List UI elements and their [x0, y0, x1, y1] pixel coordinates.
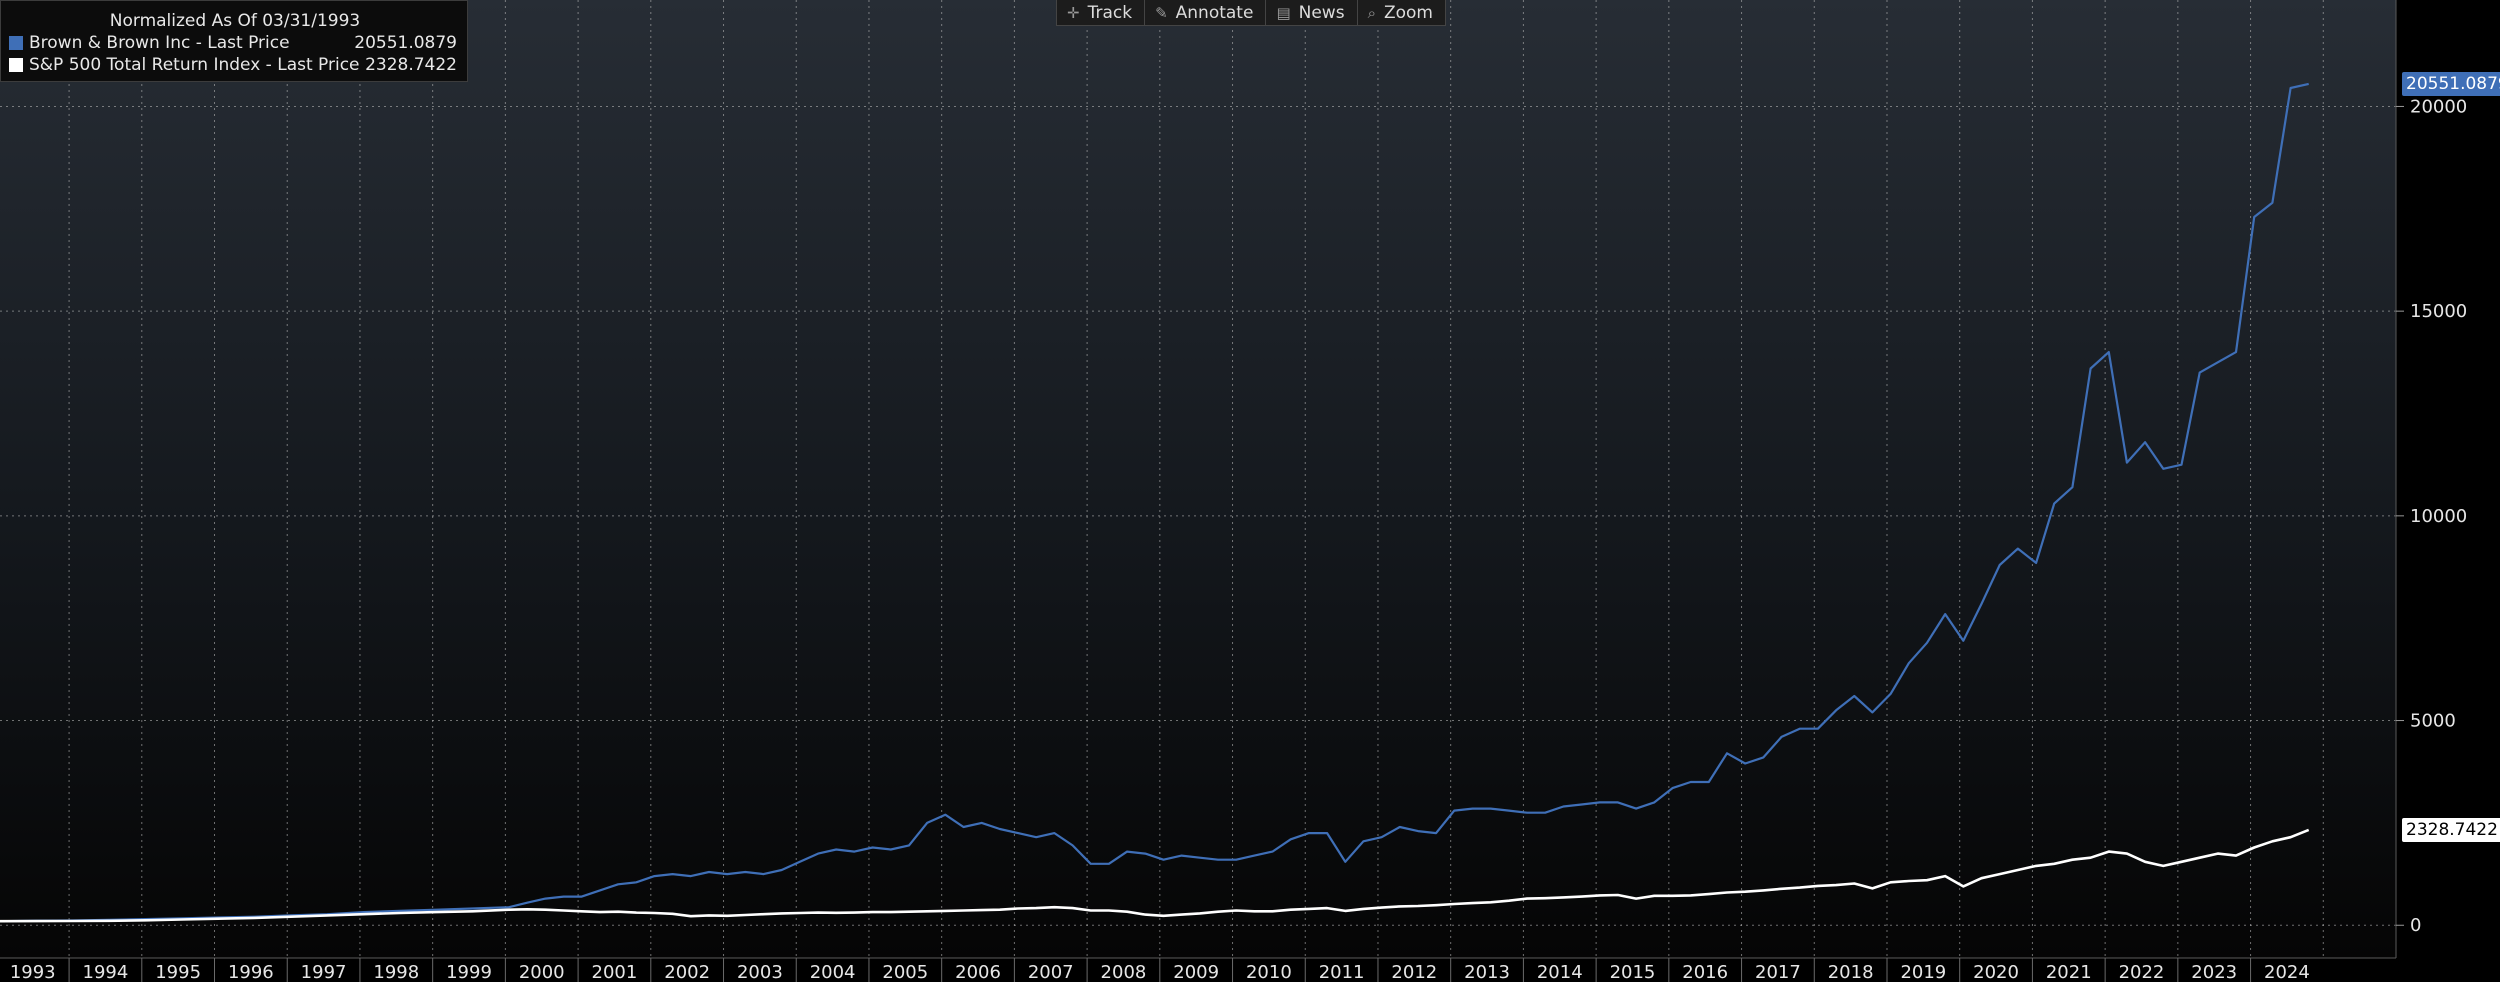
legend-entry-brown-brown[interactable]: Brown & Brown Inc - Last Price 20551.087…: [9, 32, 457, 54]
x-tick-label: 2017: [1755, 962, 1801, 982]
x-tick-label: 2012: [1391, 962, 1437, 982]
x-tick-label: 2022: [2119, 962, 2165, 982]
x-tick-label: 1998: [373, 962, 419, 982]
x-tick-label: 1999: [446, 962, 492, 982]
x-tick-label: 2011: [1319, 962, 1365, 982]
x-tick-label: 2018: [1828, 962, 1874, 982]
x-tick-label: 1995: [155, 962, 201, 982]
x-tick-label: 2021: [2046, 962, 2092, 982]
magnifier-icon: ⌕: [1367, 3, 1376, 22]
legend: Normalized As Of 03/31/1993 Brown & Brow…: [0, 0, 468, 82]
x-tick-label: 2023: [2191, 962, 2237, 982]
legend-entry-value: 2328.7422: [365, 55, 457, 75]
x-tick-label: 1997: [301, 962, 347, 982]
x-tick-label: 2020: [1973, 962, 2019, 982]
y-tick-label: 5000: [2410, 711, 2456, 732]
annotate-button-label: Annotate: [1175, 2, 1254, 23]
pencil-icon: ✎: [1155, 3, 1168, 22]
x-tick-label: 2007: [1028, 962, 1074, 982]
x-tick-label: 1993: [10, 962, 56, 982]
line-chart[interactable]: 05000100001500020000 1993 1994 1995 1996 199…: [0, 0, 2500, 982]
y-tick-label: 20000: [2410, 96, 2467, 117]
chart-toolbar: ✛ Track ✎ Annotate ▤ News ⌕ Zoom: [1056, 0, 1446, 26]
x-tick-label: 1994: [83, 962, 129, 982]
plot-area-background: [0, 0, 2396, 958]
zoom-button-label: Zoom: [1383, 2, 1433, 23]
x-tick-label: 2019: [1900, 962, 1946, 982]
legend-entry-label: S&P 500 Total Return Index - Last Price: [29, 55, 360, 75]
annotate-button[interactable]: ✎ Annotate: [1145, 0, 1267, 25]
sp500-last-price-tag: 2328.7422: [2402, 817, 2500, 842]
legend-swatch: [9, 36, 23, 50]
x-tick-label: 2014: [1537, 962, 1583, 982]
x-tick-label: 2004: [810, 962, 856, 982]
x-tick-label: 2003: [737, 962, 783, 982]
y-tick-label: 15000: [2410, 301, 2467, 322]
y-axis-ticks: 0 5000 10000 15000 20000: [2396, 96, 2467, 936]
crosshair-icon: ✛: [1067, 3, 1080, 22]
x-tick-label: 2009: [1173, 962, 1219, 982]
brown-brown-last-price-tag: 20551.0879: [2402, 71, 2500, 96]
legend-title: Normalized As Of 03/31/1993: [109, 11, 361, 31]
x-tick-label: 2005: [882, 962, 928, 982]
y-tick-label: 10000: [2410, 506, 2467, 527]
x-tick-label: 2016: [1682, 962, 1728, 982]
x-axis-ticks: 1993 1994 1995 1996 1997 1998 1999 2000 2001 2002…: [10, 958, 2310, 982]
x-tick-label: 2008: [1101, 962, 1147, 982]
news-button[interactable]: ▤ News: [1266, 0, 1358, 25]
x-tick-label: 2002: [664, 962, 710, 982]
x-tick-label: 2006: [955, 962, 1001, 982]
legend-entry-value: 20551.0879: [354, 33, 457, 53]
x-tick-label: 2001: [592, 962, 638, 982]
x-tick-label: 1996: [228, 962, 274, 982]
x-tick-label: 2013: [1464, 962, 1510, 982]
newspaper-icon: ▤: [1276, 3, 1291, 22]
legend-entry-sp500[interactable]: S&P 500 Total Return Index - Last Price …: [9, 54, 457, 76]
legend-swatch: [9, 58, 23, 72]
track-button[interactable]: ✛ Track: [1057, 0, 1146, 25]
x-tick-label: 2010: [1246, 962, 1292, 982]
news-button-label: News: [1298, 2, 1345, 23]
x-tick-label: 2015: [1610, 962, 1656, 982]
y-tick-label: 0: [2410, 915, 2421, 936]
zoom-button[interactable]: ⌕ Zoom: [1358, 0, 1445, 25]
x-tick-label: 2024: [2264, 962, 2310, 982]
track-button-label: Track: [1087, 2, 1133, 23]
x-tick-label: 2000: [519, 962, 565, 982]
chart-window: 0 5000 10000 15000 20000 1993 1994 1995 1996 199…: [0, 0, 2500, 982]
legend-entry-label: Brown & Brown Inc - Last Price: [29, 33, 290, 53]
